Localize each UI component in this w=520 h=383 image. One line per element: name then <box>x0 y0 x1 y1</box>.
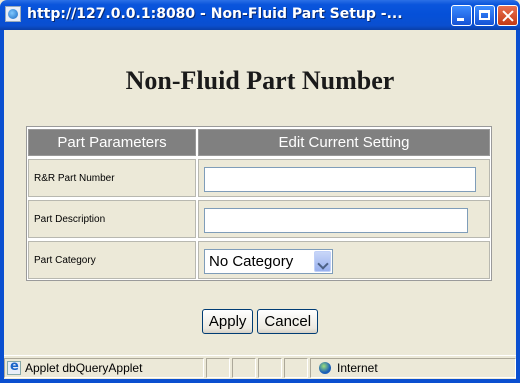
header-edit-current-setting: Edit Current Setting <box>198 129 490 156</box>
close-button[interactable] <box>497 5 518 26</box>
apply-button[interactable]: Apply <box>201 309 254 334</box>
row-value-part-description <box>198 200 490 238</box>
status-pane <box>284 358 308 378</box>
window-frame-bottom <box>0 379 520 383</box>
chevron-down-icon[interactable] <box>314 251 331 272</box>
security-zone: Internet <box>310 358 516 378</box>
page-content: Non-Fluid Part Number Part Parameters Ed… <box>4 30 516 355</box>
status-message: Applet dbQueryApplet <box>4 358 204 378</box>
header-part-parameters: Part Parameters <box>28 129 196 156</box>
row-label-part-category: Part Category <box>28 241 196 279</box>
status-pane <box>232 358 256 378</box>
table-row: R&R Part Number <box>27 157 491 198</box>
row-value-part-category: No Category <box>198 241 490 279</box>
status-text: Applet dbQueryApplet <box>25 361 143 375</box>
table-row: Part Description <box>27 198 491 239</box>
cancel-button[interactable]: Cancel <box>257 309 319 334</box>
page-title: Non-Fluid Part Number <box>125 66 395 95</box>
ie-page-icon <box>7 359 21 375</box>
part-description-input[interactable] <box>204 208 468 233</box>
table-header-row: Part Parameters Edit Current Setting <box>27 127 491 157</box>
internet-globe-icon <box>319 362 331 374</box>
row-value-part-number <box>198 159 490 197</box>
zone-text: Internet <box>337 361 378 375</box>
part-parameters-table: Part Parameters Edit Current Setting R&R… <box>26 126 492 281</box>
form-buttons: Apply Cancel <box>4 309 516 334</box>
status-pane <box>206 358 230 378</box>
part-category-selected: No Category <box>209 253 294 270</box>
table-row: Part Category No Category <box>27 239 491 280</box>
row-label-part-description: Part Description <box>28 200 196 238</box>
window-title: http://127.0.0.1:8080 - Non-Fluid Part S… <box>27 6 403 22</box>
minimize-button[interactable] <box>451 5 472 26</box>
maximize-button[interactable] <box>474 5 495 26</box>
status-pane <box>258 358 282 378</box>
part-category-select[interactable]: No Category <box>204 249 333 274</box>
window-frame-right <box>516 30 520 383</box>
title-bar[interactable]: http://127.0.0.1:8080 - Non-Fluid Part S… <box>0 0 520 30</box>
part-number-input[interactable] <box>204 167 476 192</box>
row-label-part-number: R&R Part Number <box>28 159 196 197</box>
status-bar: Applet dbQueryApplet Internet <box>4 355 516 380</box>
browser-window-icon[interactable] <box>5 6 21 22</box>
